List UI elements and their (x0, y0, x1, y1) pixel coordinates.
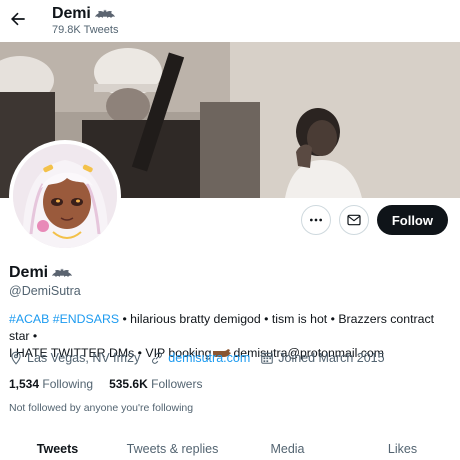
location-pin-icon (11, 351, 21, 365)
tab-tweets-replies[interactable]: Tweets & replies (115, 432, 230, 460)
bio-hashtags[interactable]: #ACAB #ENDSARS (9, 312, 119, 326)
following-label: Following (42, 377, 94, 391)
link-icon (152, 352, 163, 364)
top-bar: Demi 79.8K Tweets (0, 0, 460, 42)
profile-meta: Las Vegas, NV fm2y demisutra.com Joined … (9, 351, 395, 365)
message-button[interactable] (338, 205, 369, 235)
tab-likes[interactable]: Likes (345, 432, 460, 460)
bat-emoji-icon (94, 9, 115, 18)
tab-tweets[interactable]: Tweets (0, 432, 115, 460)
following-stat[interactable]: 1,534 Following (9, 377, 93, 391)
profile-display-name: Demi (9, 264, 49, 281)
joined-item: Joined March 2015 (260, 351, 385, 365)
more-icon (309, 218, 322, 222)
location-text: Las Vegas, NV fm2y (27, 351, 141, 365)
joined-text: Joined March 2015 (278, 351, 385, 365)
tab-media[interactable]: Media (230, 432, 345, 460)
tweet-count: 79.8K Tweets (52, 24, 119, 36)
message-icon (347, 214, 361, 226)
profile-stats: 1,534 Following 535.6K Followers (9, 377, 202, 391)
header-title-block: Demi 79.8K Tweets (52, 5, 118, 36)
followers-stat[interactable]: 535.6K Followers (109, 377, 202, 391)
profile-handle: @DemiSutra (9, 284, 81, 298)
website-link[interactable]: demisutra.com (168, 351, 250, 365)
calendar-icon (261, 352, 274, 364)
profile-avatar[interactable] (9, 140, 121, 252)
following-count: 1,534 (9, 377, 40, 391)
website-item[interactable]: demisutra.com (150, 351, 250, 365)
header-name: Demi (52, 5, 91, 22)
avatar-image (13, 144, 117, 248)
followers-label: Followers (151, 377, 203, 391)
back-arrow-icon[interactable] (8, 9, 28, 29)
bat-emoji-icon (52, 268, 73, 277)
location-item: Las Vegas, NV fm2y (9, 351, 140, 365)
more-button[interactable] (300, 205, 331, 235)
followers-count: 535.6K (109, 377, 148, 391)
not-followed-note: Not followed by anyone you're following (9, 402, 194, 414)
profile-name-row: Demi (9, 264, 73, 282)
follow-button[interactable]: Follow (376, 205, 448, 235)
profile-actions: Follow (300, 205, 448, 235)
profile-tabs: Tweets Tweets & replies Media Likes (0, 432, 460, 460)
